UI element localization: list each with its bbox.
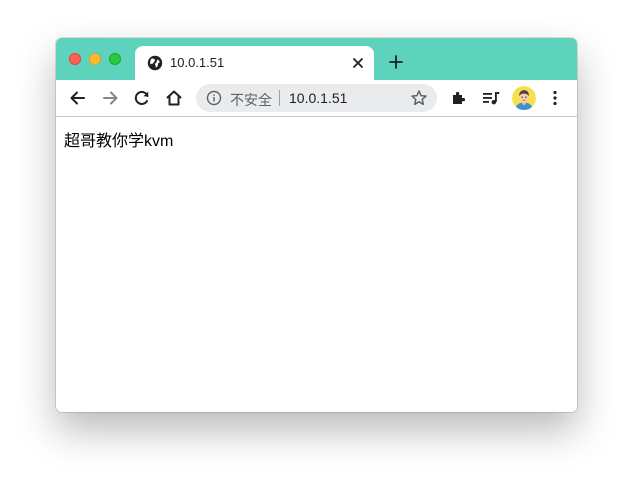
url-text[interactable]: 10.0.1.51 [289,90,347,106]
tab-title: 10.0.1.51 [170,55,225,70]
media-queue-icon[interactable] [481,88,501,108]
navigation-toolbar: 不安全 10.0.1.51 [56,80,577,117]
omnibox-divider [279,90,280,106]
title-bar: 10.0.1.51 [56,38,577,80]
page-content: 超哥教你学kvm [56,117,577,412]
forward-arrow-icon[interactable] [100,88,120,108]
zoom-window-button[interactable] [109,53,121,65]
address-bar[interactable]: 不安全 10.0.1.51 [196,84,437,112]
browser-window: 10.0.1.51 不安全 10.0.1.51 超哥教你学kvm [56,38,577,412]
security-status-label[interactable]: 不安全 [230,90,272,110]
home-icon[interactable] [164,88,184,108]
close-window-button[interactable] [69,53,81,65]
avatar-icon [512,86,536,110]
puzzle-icon[interactable] [449,88,469,108]
globe-icon [147,55,163,71]
minimize-window-button[interactable] [89,53,101,65]
bookmark-star-icon[interactable] [410,89,428,107]
reload-icon[interactable] [132,88,152,108]
back-arrow-icon[interactable] [68,88,88,108]
page-body-text: 超哥教你学kvm [64,133,174,150]
more-vert-icon[interactable] [545,88,565,108]
browser-tab[interactable]: 10.0.1.51 [135,46,374,80]
profile-avatar[interactable] [512,86,536,110]
close-tab-icon[interactable] [351,56,365,70]
info-icon[interactable] [206,90,222,106]
new-tab-icon[interactable] [389,55,403,69]
